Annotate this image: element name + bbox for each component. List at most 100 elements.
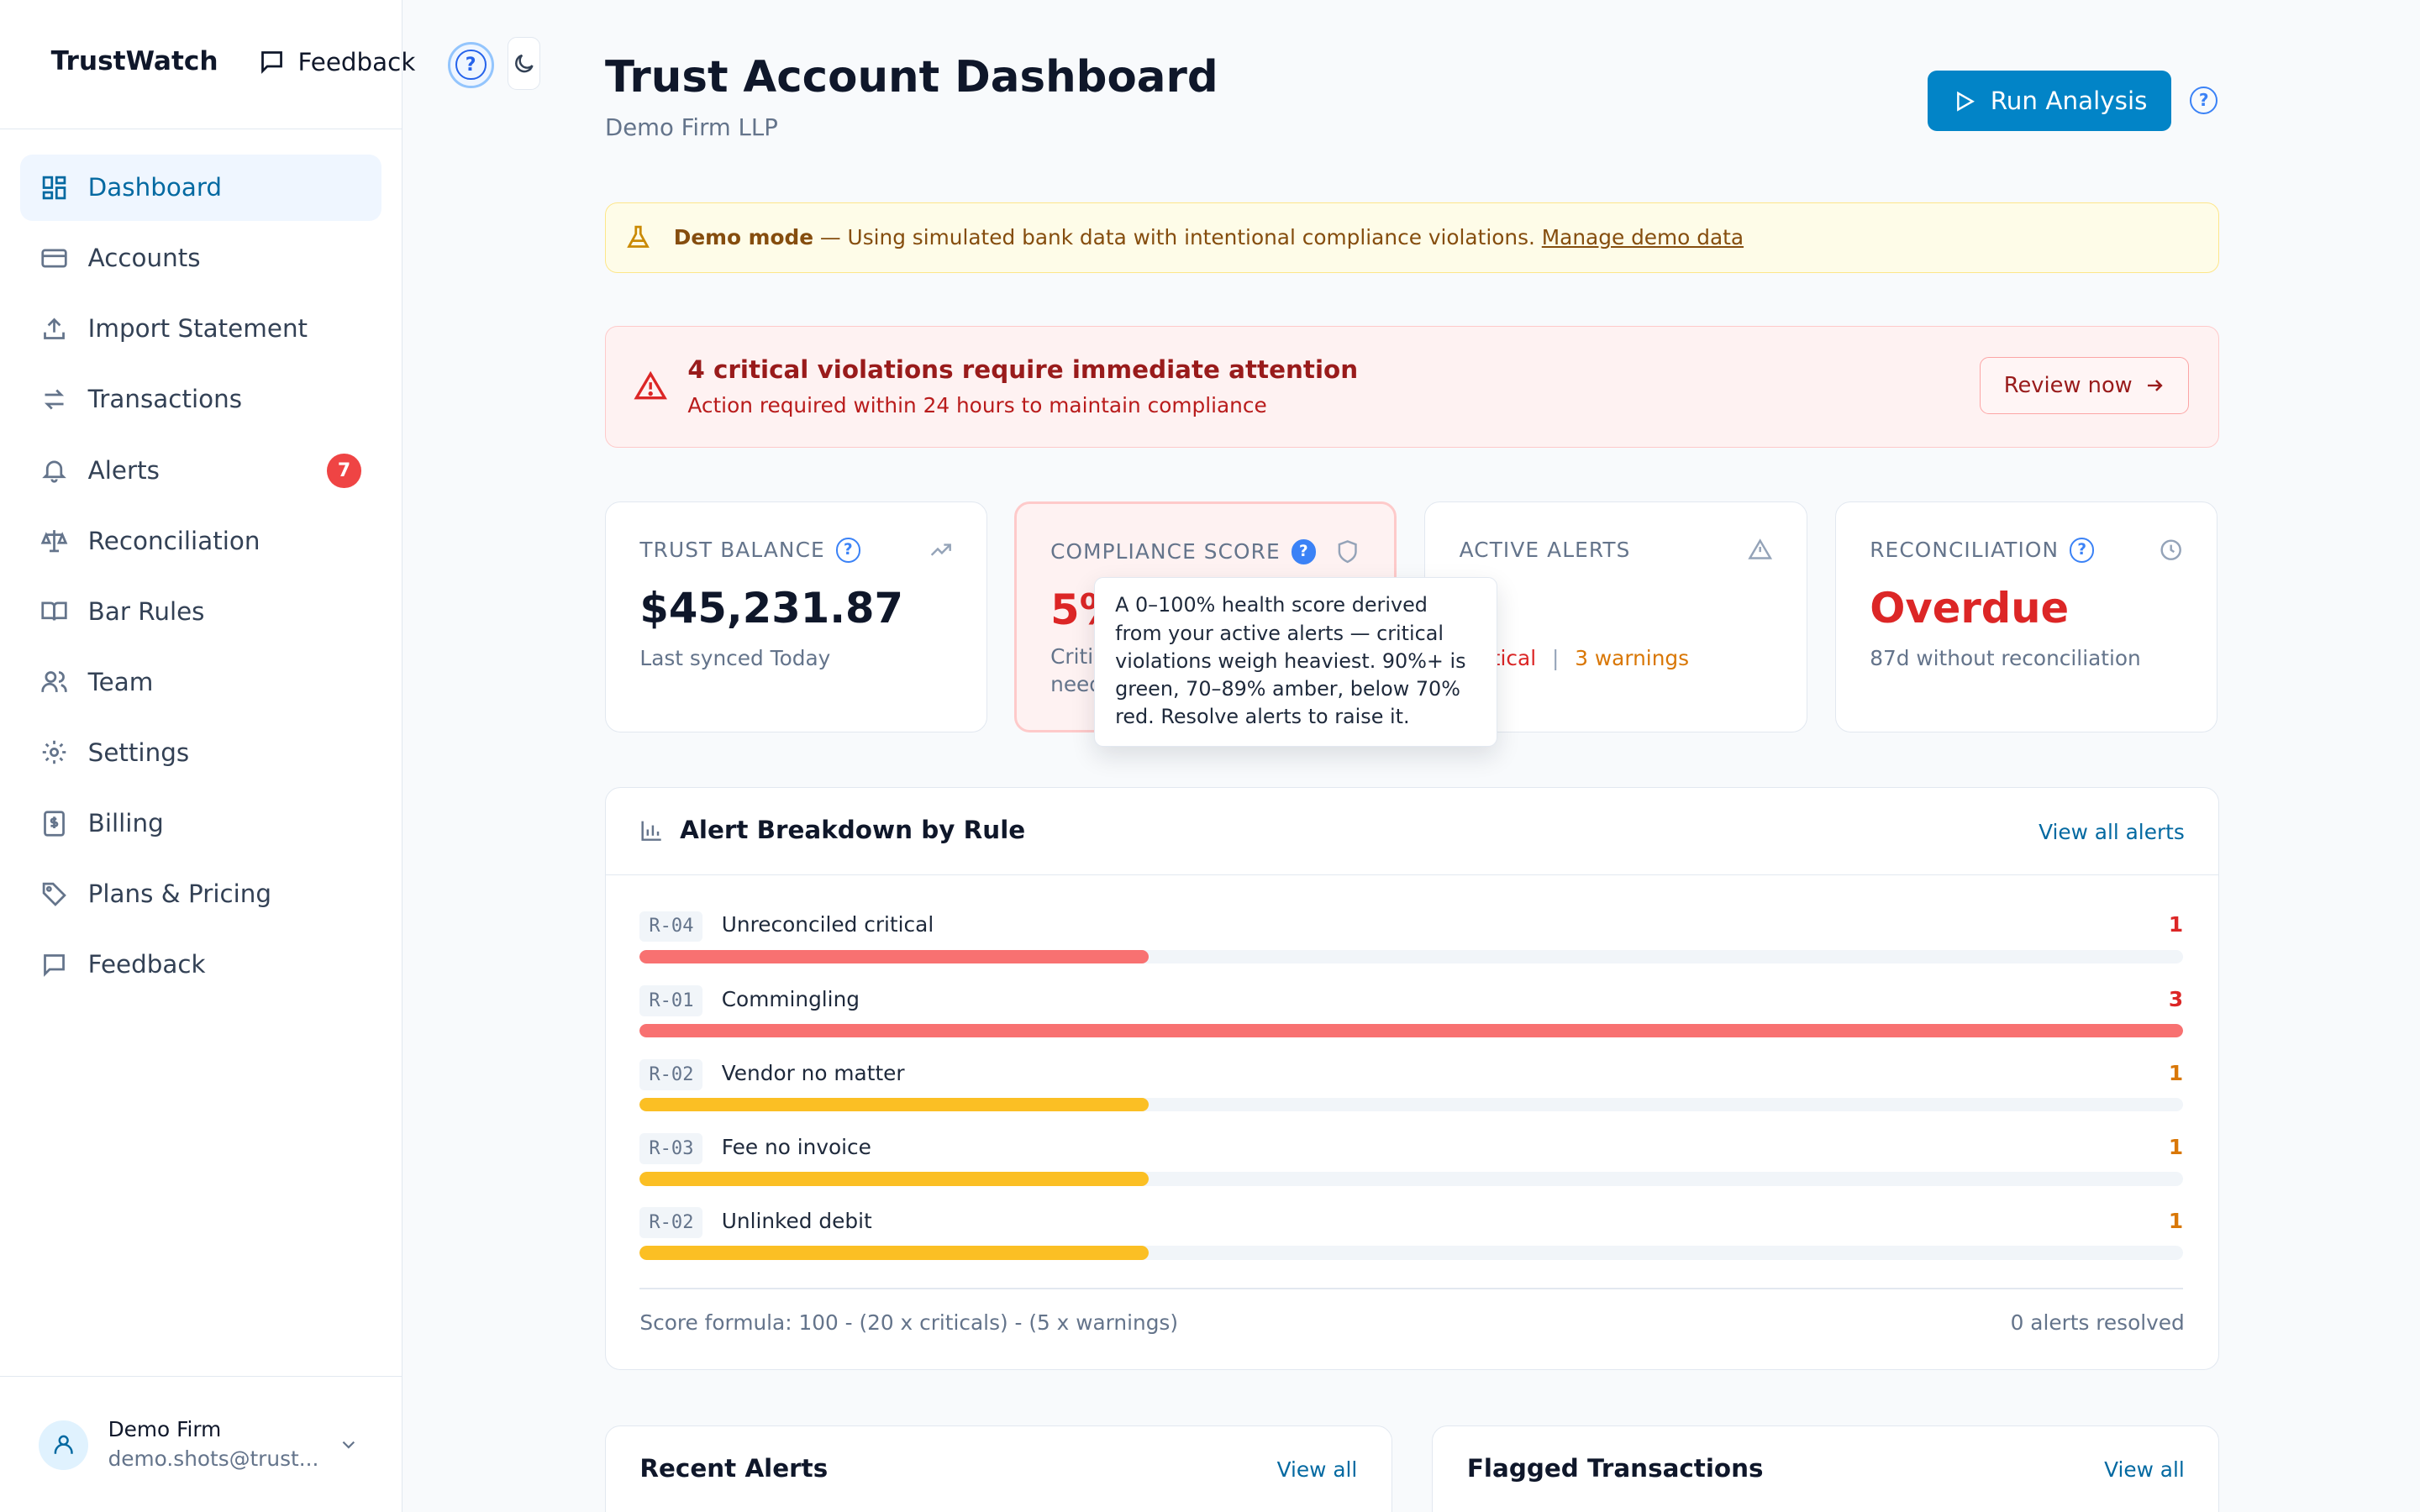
reconciliation-sub: 87d without reconciliation bbox=[1870, 645, 2141, 670]
reconciliation-help-icon[interactable]: ? bbox=[2069, 538, 2095, 563]
sidebar-item-import-statement[interactable]: Import Statement bbox=[20, 296, 381, 362]
rule-bar-fill bbox=[639, 1172, 1150, 1186]
sidebar-item-label: Feedback bbox=[87, 950, 206, 979]
view-all-alerts-link[interactable]: View all alerts bbox=[2039, 820, 2185, 844]
rule-row[interactable]: R-04 Unreconciled critical 1 bbox=[639, 911, 2184, 973]
warning-triangle-icon bbox=[1748, 538, 1773, 559]
moon-icon bbox=[514, 54, 534, 72]
critical-banner-title: 4 critical violations require immediate … bbox=[687, 355, 1359, 385]
sidebar-item-label: Team bbox=[87, 667, 154, 696]
sidebar-item-bar-rules[interactable]: Bar Rules bbox=[20, 578, 381, 644]
rule-code: R-01 bbox=[639, 984, 703, 1016]
theme-toggle-button[interactable] bbox=[508, 37, 540, 90]
trust-balance-card: TRUST BALANCE ? $45,231.87 Last synced T… bbox=[604, 501, 988, 733]
rule-row[interactable]: R-03 Fee no invoice 1 bbox=[639, 1133, 2184, 1194]
sidebar-item-transactions[interactable]: Transactions bbox=[20, 366, 381, 433]
sidebar-item-feedback[interactable]: Feedback bbox=[20, 932, 381, 998]
brand-logo[interactable]: TrustWatch bbox=[51, 46, 218, 76]
dashboard-icon bbox=[42, 176, 66, 199]
user-email: demo.shots@trust... bbox=[108, 1446, 319, 1471]
rule-name: Vendor no matter bbox=[721, 1060, 905, 1085]
book-icon bbox=[41, 601, 67, 622]
user-menu[interactable]: Demo Firm demo.shots@trust... bbox=[0, 1376, 402, 1512]
rule-count: 1 bbox=[2168, 1209, 2184, 1234]
help-icon: ? bbox=[455, 49, 487, 81]
trust-balance-sync: Last synced Today bbox=[639, 645, 831, 670]
rule-bar-track bbox=[639, 949, 2184, 964]
bell-icon bbox=[41, 460, 66, 483]
manage-demo-data-link[interactable]: Manage demo data bbox=[1542, 225, 1744, 249]
play-icon bbox=[1956, 91, 1975, 112]
avatar bbox=[38, 1420, 88, 1470]
rule-code: R-02 bbox=[639, 1207, 703, 1238]
rule-bar-track bbox=[639, 1023, 2184, 1038]
demo-mode-banner: Demo mode — Using simulated bank data wi… bbox=[604, 202, 2220, 274]
trust-balance-label: TRUST BALANCE ? bbox=[639, 538, 860, 563]
users-icon bbox=[41, 671, 67, 693]
rule-bar-track bbox=[639, 1097, 2184, 1112]
rule-name: Fee no invoice bbox=[721, 1134, 871, 1159]
flask-icon bbox=[627, 226, 650, 249]
sidebar-item-alerts[interactable]: Alerts 7 bbox=[20, 437, 381, 503]
compliance-score-tooltip: A 0–100% health score derived from your … bbox=[1094, 576, 1497, 747]
top-feedback-button[interactable]: Feedback bbox=[258, 47, 416, 76]
page-subtitle: Demo Firm LLP bbox=[604, 113, 778, 141]
gear-icon bbox=[42, 741, 66, 764]
demo-mode-title: Demo mode bbox=[673, 225, 814, 250]
review-now-label: Review now bbox=[2003, 373, 2133, 399]
rule-code: R-02 bbox=[639, 1058, 703, 1090]
trending-up-icon bbox=[930, 543, 951, 556]
alert-breakdown-title: Alert Breakdown by Rule bbox=[680, 815, 1026, 844]
rule-code: R-04 bbox=[639, 911, 703, 942]
chevron-down-icon[interactable] bbox=[338, 1434, 360, 1456]
sidebar-item-label: Alerts bbox=[87, 455, 160, 485]
sidebar-item-label: Bar Rules bbox=[87, 596, 205, 626]
review-now-button[interactable]: Review now bbox=[1979, 357, 2190, 415]
compliance-score-help-icon[interactable]: ? bbox=[1291, 539, 1316, 564]
critical-alert-banner: 4 critical violations require immediate … bbox=[604, 325, 2220, 448]
compliance-score-label-text: COMPLIANCE SCORE bbox=[1050, 539, 1281, 564]
rule-bar-fill bbox=[639, 1023, 2184, 1038]
score-formula: Score formula: 100 - (20 x criticals) - … bbox=[639, 1310, 1179, 1336]
sidebar-item-team[interactable]: Team bbox=[20, 648, 381, 715]
compliance-score-label: COMPLIANCE SCORE ? bbox=[1050, 539, 1316, 564]
recent-alerts-view-all-link[interactable]: View all bbox=[1277, 1457, 1358, 1482]
rule-name: Unlinked debit bbox=[721, 1209, 872, 1234]
run-analysis-button[interactable]: Run Analysis bbox=[1928, 71, 2172, 132]
sidebar-item-label: Accounts bbox=[87, 244, 201, 273]
alert-breakdown-card: Alert Breakdown by Rule View all alerts … bbox=[604, 786, 2220, 1370]
trust-balance-label-text: TRUST BALANCE bbox=[639, 538, 825, 563]
run-analysis-help-icon[interactable]: ? bbox=[2190, 86, 2218, 114]
sidebar-item-label: Plans & Pricing bbox=[87, 879, 272, 909]
active-alerts-warnings: 3 warnings bbox=[1575, 645, 1690, 670]
flagged-transactions-view-all-link[interactable]: View all bbox=[2104, 1457, 2185, 1482]
reconciliation-card: RECONCILIATION ? Overdue 87d without rec… bbox=[1834, 501, 2218, 733]
upload-icon bbox=[43, 318, 65, 339]
tag-icon bbox=[42, 882, 66, 906]
sidebar-item-reconciliation[interactable]: Reconciliation bbox=[20, 507, 381, 574]
bar-chart-icon bbox=[641, 822, 662, 842]
sidebar-item-plans-pricing[interactable]: Plans & Pricing bbox=[20, 861, 381, 927]
rule-row[interactable]: R-01 Commingling 3 bbox=[639, 984, 2184, 1047]
divider bbox=[639, 1287, 2184, 1289]
trust-balance-help-icon[interactable]: ? bbox=[835, 538, 860, 563]
rule-row[interactable]: R-02 Vendor no matter 1 bbox=[639, 1058, 2184, 1121]
reconciliation-label-text: RECONCILIATION bbox=[1870, 538, 2060, 563]
rule-count: 1 bbox=[2168, 912, 2184, 937]
flagged-transactions-title: Flagged Transactions bbox=[1466, 1454, 1764, 1483]
rule-row[interactable]: R-02 Unlinked debit 1 bbox=[639, 1207, 2184, 1268]
sidebar-item-accounts[interactable]: Accounts bbox=[20, 225, 381, 291]
rule-name: Unreconciled critical bbox=[721, 912, 934, 937]
sidebar-item-dashboard[interactable]: Dashboard bbox=[19, 154, 381, 221]
sidebar-item-billing[interactable]: Billing bbox=[20, 790, 381, 857]
sidebar: TrustWatch Feedback Dashboard Accounts I… bbox=[0, 0, 415, 1512]
help-toggle-button[interactable]: ? bbox=[447, 41, 494, 88]
credit-card-icon bbox=[41, 249, 67, 268]
active-alerts-separator: | bbox=[1551, 645, 1560, 670]
top-feedback-label: Feedback bbox=[297, 47, 416, 76]
sidebar-item-settings[interactable]: Settings bbox=[20, 720, 381, 786]
sidebar-item-label: Import Statement bbox=[87, 314, 308, 344]
rule-bar-fill bbox=[639, 1097, 1150, 1112]
message-icon bbox=[260, 51, 282, 75]
warning-triangle-icon bbox=[634, 370, 668, 400]
